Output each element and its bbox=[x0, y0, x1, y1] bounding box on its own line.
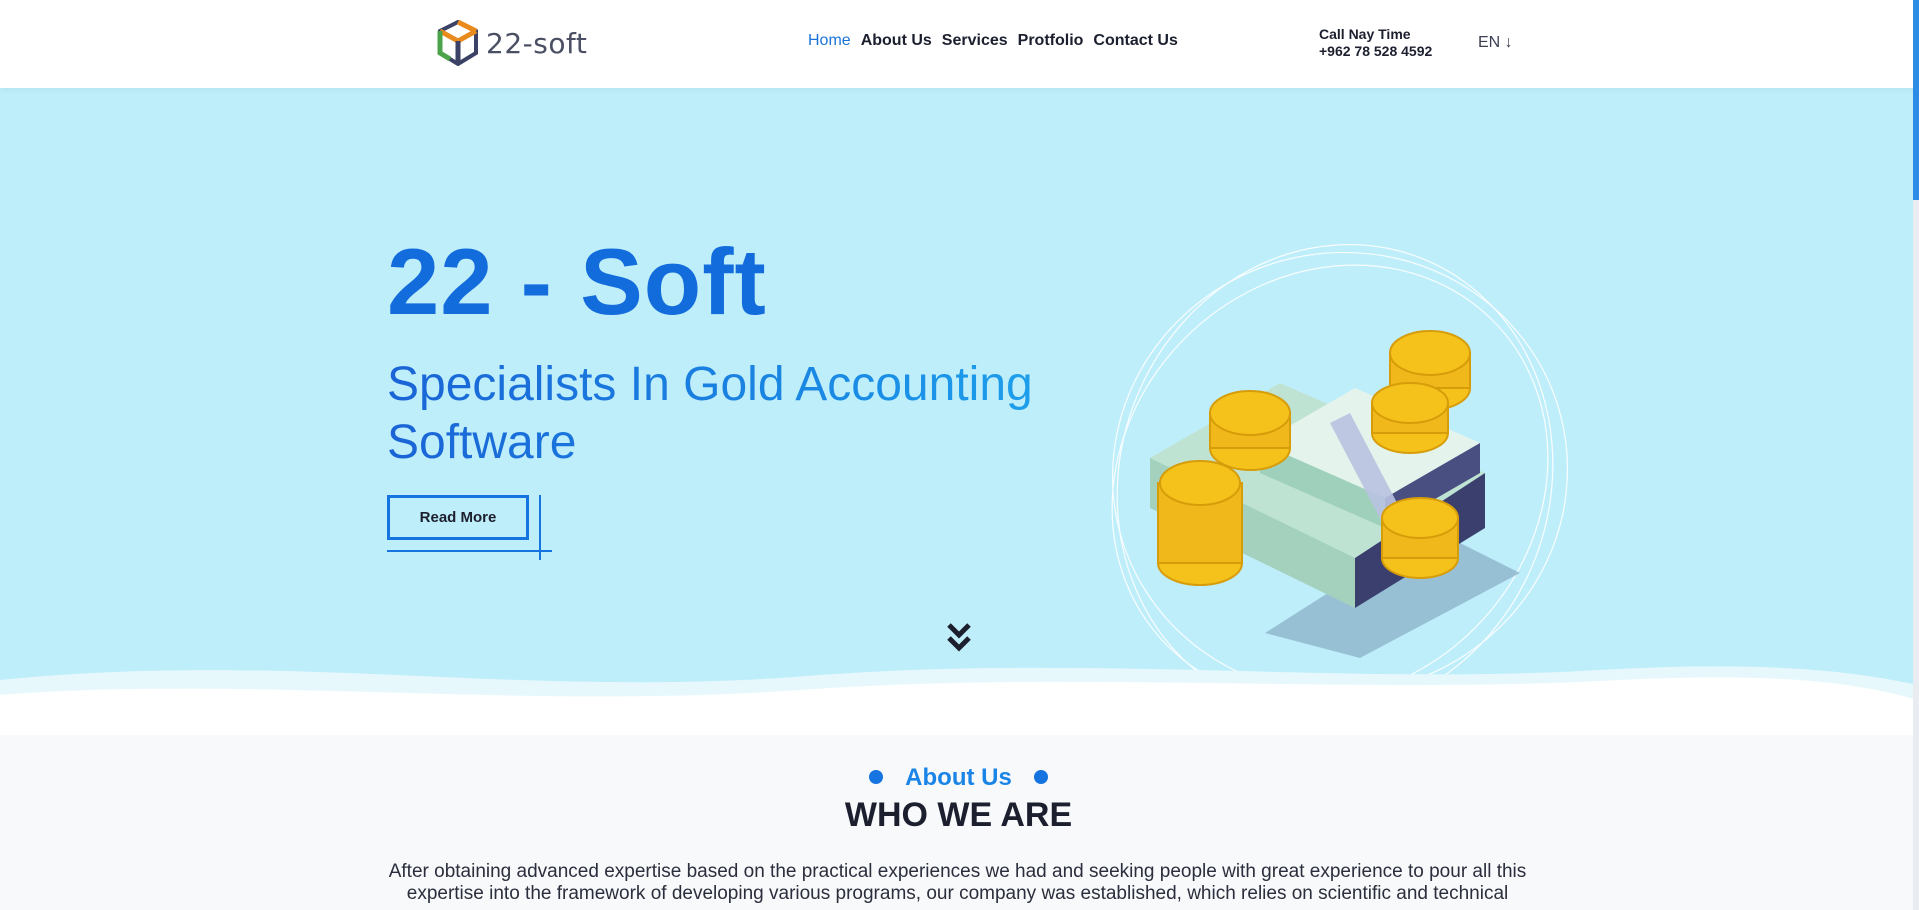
button-sideline bbox=[539, 495, 541, 560]
main-nav: Home About Us Services Protfolio Contact… bbox=[808, 32, 1178, 50]
nav-contact-us[interactable]: Contact Us bbox=[1093, 32, 1177, 50]
nav-about-us[interactable]: About Us bbox=[861, 32, 932, 50]
about-section: About Us WHO WE ARE After obtaining adva… bbox=[0, 708, 1917, 910]
nav-portfolio[interactable]: Protfolio bbox=[1018, 32, 1084, 50]
about-text: After obtaining advanced expertise based… bbox=[388, 861, 1527, 904]
dot-icon bbox=[1033, 769, 1048, 784]
read-more-wrapper: Read More bbox=[387, 495, 557, 560]
hero-wave-divider bbox=[0, 666, 1917, 735]
about-eyebrow: About Us bbox=[0, 764, 1917, 792]
nav-services[interactable]: Services bbox=[942, 32, 1008, 50]
cube-logo-icon bbox=[437, 20, 478, 66]
logo-text: 22-soft bbox=[486, 26, 588, 60]
read-more-button[interactable]: Read More bbox=[387, 495, 529, 540]
language-selector[interactable]: EN ↓ bbox=[1478, 34, 1513, 52]
scrollbar-thumb[interactable] bbox=[1913, 0, 1919, 200]
about-title: WHO WE ARE bbox=[844, 796, 1073, 834]
phone-number: +962 78 528 4592 bbox=[1319, 43, 1433, 59]
nav-home[interactable]: Home bbox=[808, 32, 851, 50]
call-info[interactable]: Call Nay Time +962 78 528 4592 bbox=[1319, 26, 1432, 60]
hero-subtitle: Specialists In Gold Accounting Software bbox=[387, 356, 1107, 472]
logo[interactable]: 22-soft bbox=[436, 18, 587, 68]
site-header: 22-soft Home About Us Services Protfolio… bbox=[0, 0, 1917, 88]
button-underline bbox=[387, 550, 552, 552]
hero-title: 22 - Soft bbox=[387, 229, 767, 334]
about-eyebrow-label: About Us bbox=[905, 764, 1012, 791]
call-label: Call Nay Time bbox=[1319, 26, 1411, 42]
dot-icon bbox=[869, 769, 884, 784]
